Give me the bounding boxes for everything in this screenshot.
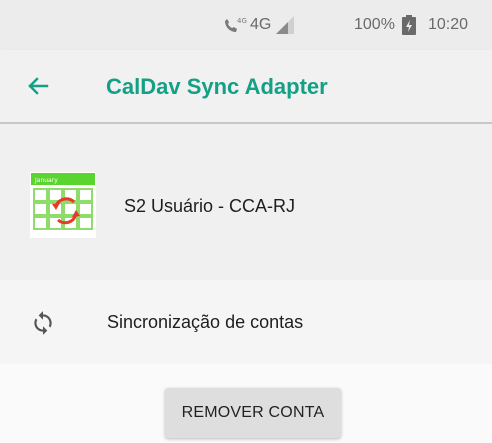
- volte-call-icon: 4G: [222, 15, 248, 40]
- sync-accounts-label: Sincronização de contas: [107, 312, 304, 332]
- calendar-sync-icon: January: [30, 172, 96, 238]
- page-title: CalDav Sync Adapter: [106, 74, 328, 99]
- battery-icon: [402, 15, 416, 40]
- sync-accounts-item[interactable]: Sincronização de contas: [0, 280, 492, 364]
- network-type-label: 4G: [250, 16, 272, 33]
- back-button[interactable]: [22, 70, 54, 102]
- account-header: January S2 Usuário - CCA-RJ: [0, 124, 492, 280]
- account-name: S2 Usuário - CCA-RJ: [124, 196, 296, 216]
- arrow-left-icon: [28, 77, 49, 95]
- remove-account-button[interactable]: REMOVER CONTA: [165, 388, 341, 438]
- clock: 10:20: [428, 16, 469, 33]
- battery-percent: 100%: [354, 16, 395, 33]
- status-bar: 4G 4G 100% 10:20: [0, 0, 492, 50]
- svg-text:4G: 4G: [237, 17, 247, 25]
- app-bar: CalDav Sync Adapter: [0, 50, 492, 124]
- sync-icon: [34, 311, 52, 335]
- signal-icon: [274, 14, 296, 41]
- calendar-icon-month: January: [34, 177, 58, 184]
